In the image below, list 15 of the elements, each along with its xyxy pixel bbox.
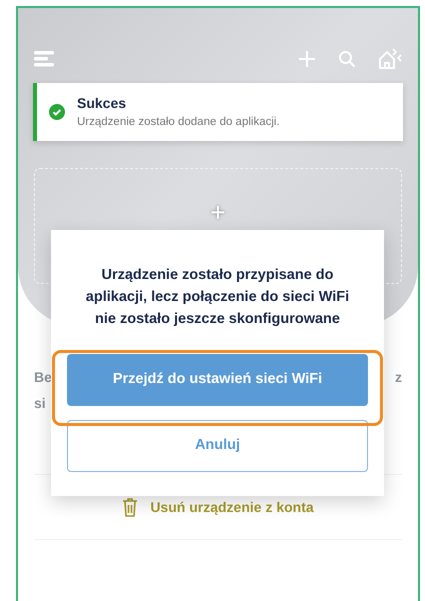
covered-text: z	[395, 368, 402, 387]
delete-label: Usuń urządzenie z konta	[150, 498, 314, 517]
wifi-settings-button[interactable]: Przejdź do ustawień sieci WiFi	[67, 354, 368, 406]
covered-text: si	[34, 395, 46, 411]
check-circle-icon	[49, 104, 65, 120]
house-arrows-icon[interactable]	[378, 47, 402, 71]
trash-icon	[122, 497, 138, 517]
cancel-button[interactable]: Anuluj	[67, 420, 368, 472]
toast-message: Urządzenie zostało dodane do aplikacji.	[77, 115, 280, 130]
toast-title: Sukces	[77, 94, 128, 113]
search-icon[interactable]	[338, 50, 356, 68]
add-icon[interactable]	[298, 50, 316, 68]
add-sign: +	[210, 199, 226, 225]
covered-text: Be	[34, 368, 52, 387]
menu-icon[interactable]	[34, 50, 56, 68]
